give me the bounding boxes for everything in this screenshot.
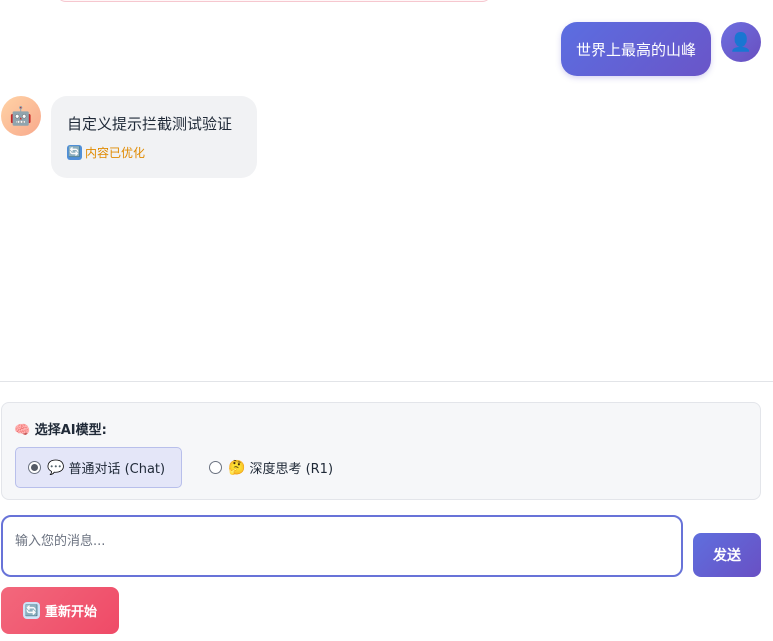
content-optimized-label: 内容已优化 [85, 146, 146, 160]
message-input[interactable] [1, 515, 683, 577]
radio-chat[interactable] [28, 461, 41, 474]
bot-message-text: 自定义提示拦截测试验证 [67, 115, 233, 133]
send-button[interactable]: 发送 [693, 533, 761, 577]
model-option-r1[interactable]: 🤔 深度思考 (R1) [208, 447, 333, 488]
restart-button[interactable]: 🔄 重新开始 [1, 587, 119, 634]
user-message-bubble: 世界上最高的山峰 [560, 22, 711, 76]
model-option-chat[interactable]: 💬 普通对话 (Chat) [15, 447, 182, 488]
model-selector-title: 🧠 选择AI模型: [14, 423, 107, 438]
model-option-chat-label: 普通对话 (Chat) [68, 462, 166, 477]
bot-message-bubble: 自定义提示拦截测试验证 🔄 内容已优化 [51, 96, 257, 178]
user-message-text: 世界上最高的山峰 [575, 40, 696, 59]
chat-history: 世界上最高的山峰 👤 🤖 自定义提示拦截测试验证 🔄 内容已优化 [0, 0, 773, 381]
user-avatar-icon: 👤 [729, 31, 753, 53]
refresh-icon: 🔄 [22, 602, 40, 619]
bot-avatar: 🤖 [1, 96, 41, 136]
refresh-icon: 🔄 [67, 145, 82, 160]
content-optimized-tag: 🔄 内容已优化 [67, 144, 242, 161]
speech-bubble-icon: 💬 [47, 459, 65, 476]
previous-message-bubble [56, 0, 492, 2]
model-selector-panel: 🧠 选择AI模型: 💬 普通对话 (Chat) 🤔 深度思考 (R1) [1, 402, 761, 500]
thinking-face-icon: 🤔 [228, 459, 246, 476]
restart-label: 重新开始 [44, 605, 97, 620]
user-avatar: 👤 [721, 22, 761, 62]
divider [0, 381, 773, 382]
robot-icon: 🤖 [9, 105, 33, 127]
model-option-r1-label: 深度思考 (R1) [249, 462, 334, 477]
radio-r1[interactable] [209, 461, 222, 474]
